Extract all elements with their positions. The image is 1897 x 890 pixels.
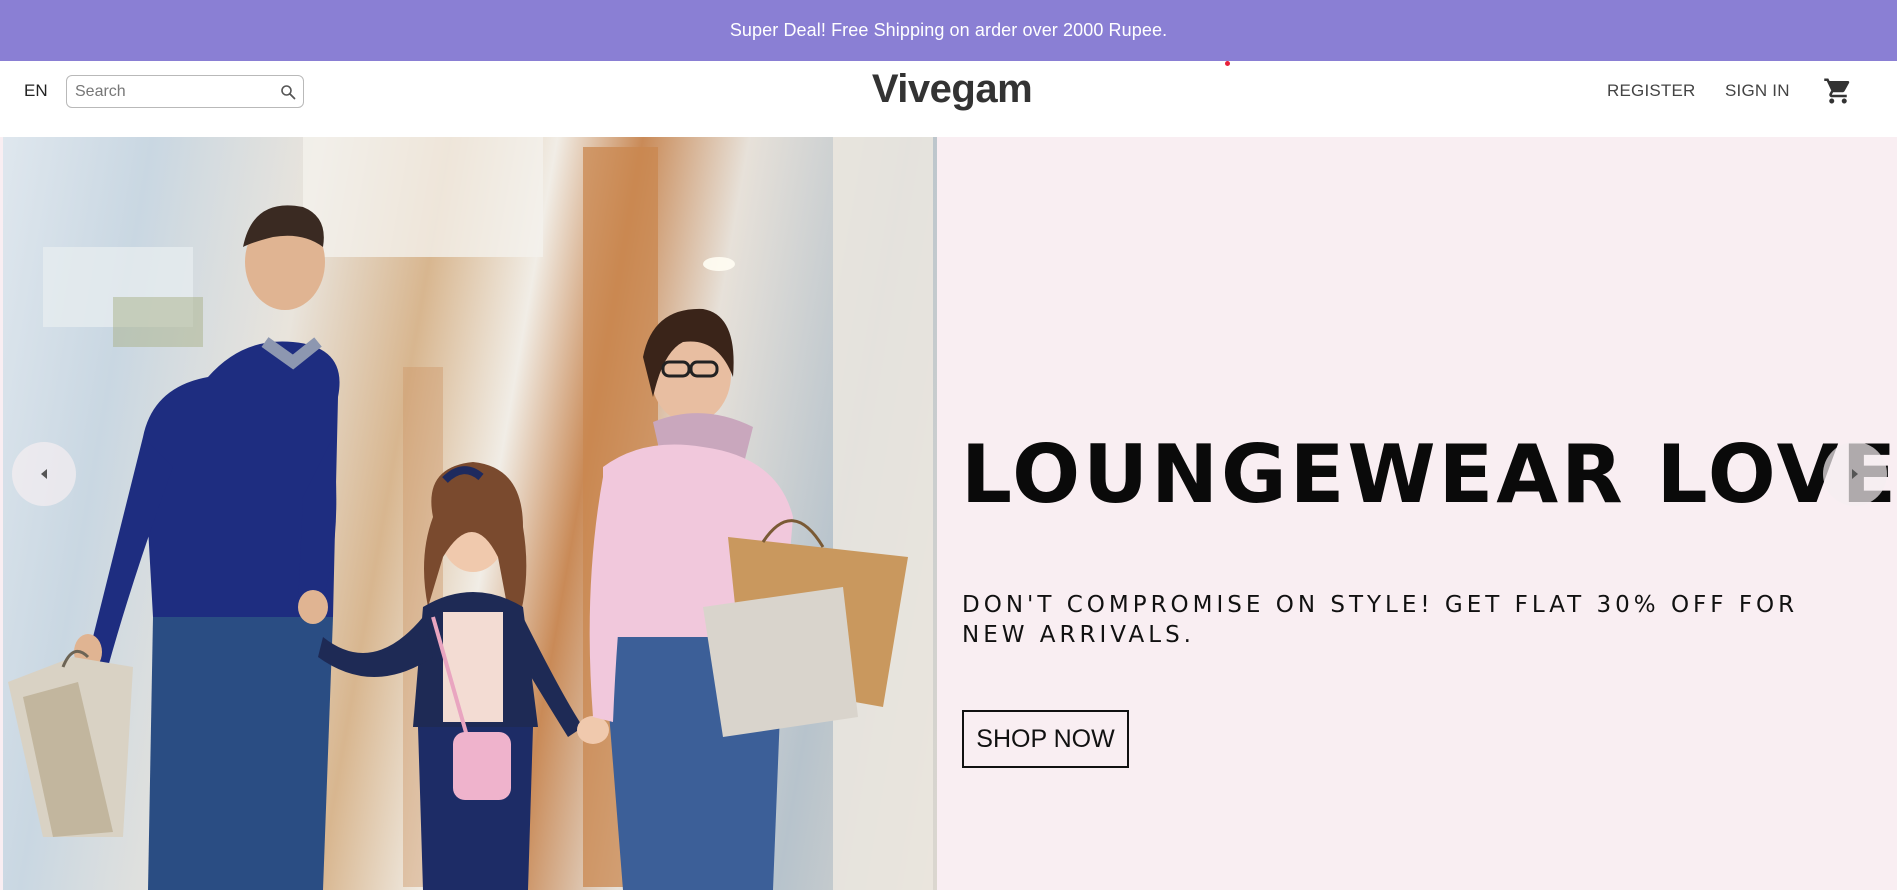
- chevron-left-icon: [41, 469, 47, 479]
- announcement-text: Super Deal! Free Shipping on arder over …: [729, 20, 1168, 40]
- accent-dot: [1225, 61, 1230, 66]
- brand-logo[interactable]: Vivegam: [869, 67, 1035, 117]
- register-link[interactable]: REGISTER: [1607, 81, 1696, 101]
- hero-banner: LOUNGEWEAR LOVE DON'T COMPROMISE ON STYL…: [0, 137, 1897, 890]
- hero-subtitle: DON'T COMPROMISE ON STYLE! GET FLAT 30% …: [962, 592, 1799, 648]
- search-box: [66, 75, 304, 108]
- language-selector[interactable]: EN: [24, 81, 48, 101]
- family-shopping-photo: [3, 137, 937, 890]
- shop-now-button[interactable]: SHOP NOW: [962, 710, 1129, 768]
- announcement-bar: Super Deal! Free Shipping on arder over …: [0, 0, 1897, 61]
- signin-link[interactable]: SIGN IN: [1725, 81, 1790, 101]
- chevron-right-icon: [1852, 469, 1858, 479]
- search-input[interactable]: [67, 76, 267, 107]
- cart-icon[interactable]: [1823, 76, 1853, 106]
- carousel-next-button[interactable]: [1823, 442, 1887, 506]
- navbar: EN Vivegam REGISTER SIGN IN: [0, 61, 1897, 137]
- carousel-prev-button[interactable]: [12, 442, 76, 506]
- hero-title: LOUNGEWEAR LOVE: [961, 428, 1897, 521]
- search-icon[interactable]: [280, 84, 296, 100]
